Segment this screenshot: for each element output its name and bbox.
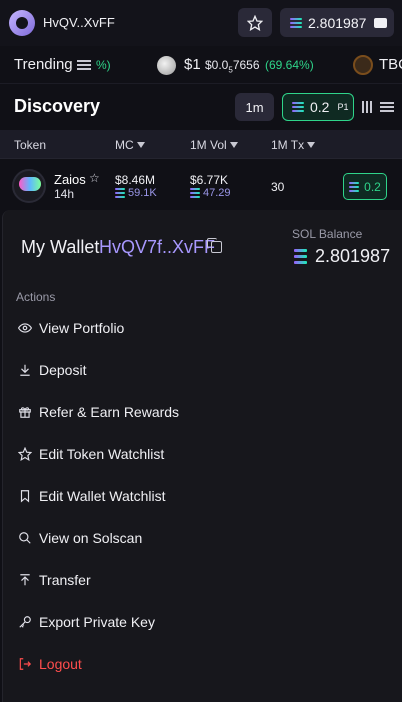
tx-count: 30 [271,180,285,194]
menu-item-deposit[interactable]: Deposit [18,357,318,383]
logout-icon [18,657,32,671]
columns-icon[interactable] [362,101,372,113]
token-age: 14h [54,187,75,201]
solana-icon [190,188,200,198]
solana-icon [115,188,125,198]
bookmark-icon [18,489,32,503]
preset-label: P1 [337,102,349,112]
volume: $6.77K [190,173,229,187]
table-header: Token MC 1M Vol 1M Tx [0,130,402,159]
solana-icon [290,17,302,28]
timeframe-button[interactable]: 1m [235,93,274,121]
solana-icon [349,181,360,192]
sol-balance-label: SOL Balance [292,227,363,241]
column-header-tx[interactable]: 1M Tx [271,138,316,152]
menu-item-logout[interactable]: Logout [18,651,318,677]
balance-button[interactable]: 2.801987 [280,8,394,37]
solana-icon [292,102,304,112]
trending-change-partial: %) [96,58,111,72]
wallet-address-short[interactable]: HvQV..XvFF [43,15,115,30]
trending-token-change: (69.64%) [265,58,314,72]
menu-item-refer-earn[interactable]: Refer & Earn Rewards [18,399,318,425]
quick-buy-button[interactable]: 0.2 [343,173,387,200]
sort-icon [307,142,316,148]
menu-item-wallet-watchlist[interactable]: Edit Wallet Watchlist [18,483,318,509]
upload-icon [18,573,32,587]
app-logo-icon[interactable] [9,10,35,36]
wallet-address: HvQV7f..XvFF [99,237,216,257]
sol-balance: 2.801987 [294,246,390,267]
table-row[interactable]: Zaios ☆ 14h $8.46M 59.1K $6.77K 47.29 30 [0,160,402,210]
balance-value: 2.801987 [308,14,367,31]
sort-icon [229,142,238,148]
watchlist-button[interactable] [238,8,272,37]
top-bar: HvQV..XvFF 2.801987 [0,0,402,46]
trending-ticker: Trending %) $1 $0.057656 (69.64%) TBC [0,46,402,84]
column-header-vol[interactable]: 1M Vol [190,138,238,152]
menu-item-view-portfolio[interactable]: View Portfolio [18,315,318,341]
wallet-icon [374,17,388,28]
discovery-title: Discovery [14,96,101,116]
actions-label: Actions [16,290,56,304]
volume-sol: 47.29 [190,187,231,199]
sort-icon [136,142,145,148]
token-name: Zaios [54,172,86,187]
star-icon[interactable]: ☆ [89,171,100,185]
trending-label: Trending [14,56,73,73]
trending-token-price: $0.057656 [205,58,260,75]
trending-token-symbol[interactable]: $1 [184,56,201,73]
star-icon [247,14,263,31]
eye-icon [18,321,32,335]
key-icon [18,615,32,629]
market-cap: $8.46M [115,173,156,187]
quick-buy-amount-button[interactable]: 0.2 P1 [282,93,354,121]
trending-token-symbol[interactable]: TBC [379,56,402,73]
menu-item-export-key[interactable]: Export Private Key [18,609,318,635]
market-cap-sol: 59.1K [115,187,157,199]
wallet-panel-title: My Wallet [21,237,100,257]
copy-icon[interactable] [207,238,222,253]
column-header-token[interactable]: Token [14,138,46,152]
menu-item-solscan[interactable]: View on Solscan [18,525,318,551]
column-header-mc[interactable]: MC [115,138,145,152]
token-logo-icon [353,55,373,75]
quick-buy-amount: 0.2 [310,99,330,115]
download-icon [18,363,32,377]
gift-icon [18,405,32,419]
token-logo-icon [157,56,176,75]
search-icon [18,531,32,545]
menu-item-token-watchlist[interactable]: Edit Token Watchlist [18,441,318,467]
token-avatar [12,169,46,203]
wallet-menu-panel: My Wallet HvQV7f..XvFF SOL Balance 2.801… [2,210,402,702]
star-icon [18,447,32,461]
filter-settings-icon[interactable] [380,100,394,114]
trending-filter-icon[interactable] [77,58,91,72]
menu-item-transfer[interactable]: Transfer [18,567,318,593]
solana-icon [294,249,307,264]
